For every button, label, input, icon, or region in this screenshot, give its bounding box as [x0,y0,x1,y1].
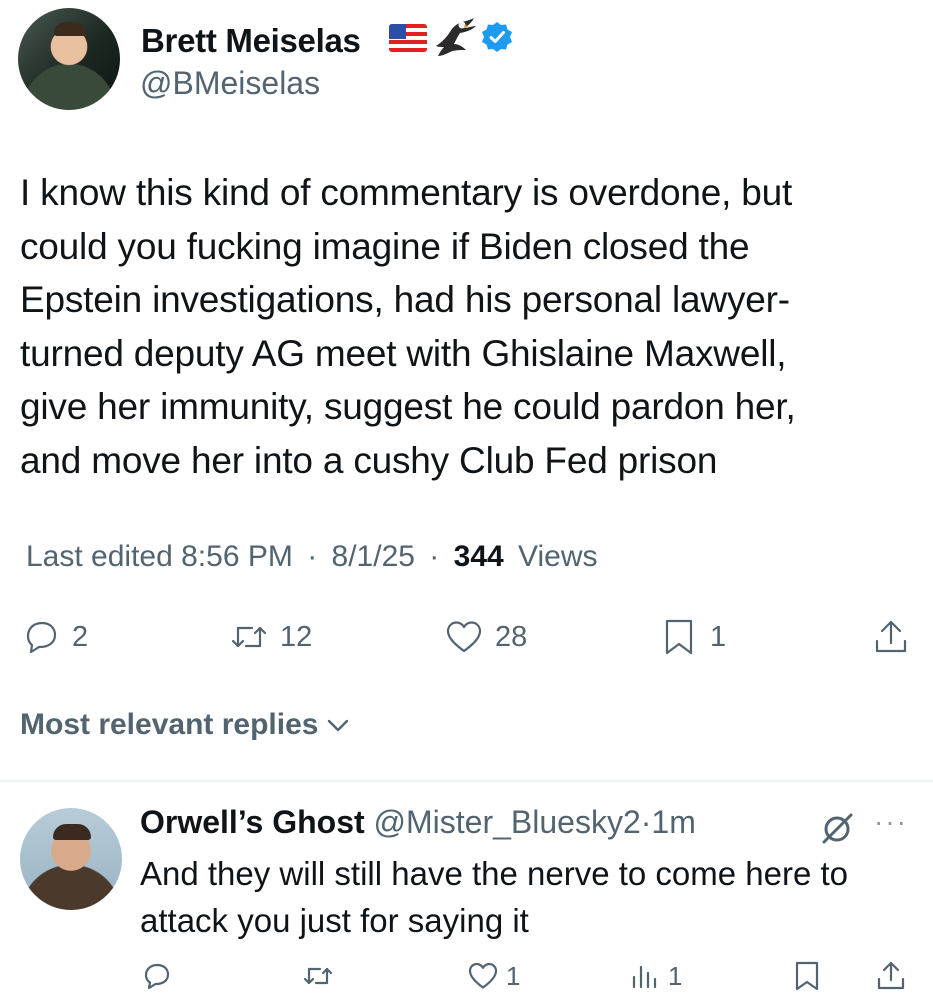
reply-like-count: 1 [506,960,521,991]
tweet-text-line: and move her into a cushy Club Fed priso… [20,439,718,481]
author-handle[interactable]: @BMeiselas [140,65,320,102]
reply-views-button[interactable]: 1 [628,956,682,996]
chevron-down-icon [328,719,349,732]
author-avatar[interactable] [18,8,120,110]
divider [0,780,933,782]
tweet-text-line: Epstein investigations, had his personal… [20,279,790,320]
meta-separator: · [307,540,318,573]
views-label: Views [518,540,598,573]
heart-icon [468,962,498,989]
reply-repost-button[interactable] [301,956,335,996]
reply-reply-button[interactable] [140,956,174,996]
meta-separator: · [429,540,440,573]
reply-text-line: attack you just for saying it [140,902,529,939]
share-icon [877,961,905,990]
reply-author-name[interactable]: Orwell’s Ghost [140,804,365,840]
bookmark-icon [665,619,693,655]
reply-avatar[interactable] [20,808,122,910]
repost-count: 12 [280,620,313,653]
like-count: 28 [495,620,528,653]
tweet-meta: Last edited 8:56 PM · 8/1/25 · 344 Views [26,540,604,574]
reply-count: 2 [72,620,89,653]
heart-icon [446,621,482,653]
views-chart-icon [632,965,657,989]
views-count: 344 [453,540,504,573]
reply-author-handle[interactable]: @Mister_Bluesky2 [374,804,641,840]
reply-views-count: 1 [668,960,683,991]
reply-action-bar: 1 1 [0,956,933,996]
verified-badge-icon [482,22,512,52]
eagle-icon [436,18,476,56]
author-name[interactable]: Brett Meiselas [141,22,361,60]
tweet-action-bar: 2 12 28 1 [0,610,933,664]
reply-like-button[interactable]: 1 [466,956,520,996]
bookmark-button[interactable]: 1 [658,610,726,664]
bookmark-count: 1 [710,620,727,653]
tweet-text: I know this kind of commentary is overdo… [20,166,900,487]
more-options-icon[interactable]: ··· [874,806,908,838]
repost-icon [231,626,267,648]
tweet-text-line: I know this kind of commentary is overdo… [20,172,793,213]
share-icon [875,620,907,653]
reply-separator: · [640,804,652,840]
like-button[interactable]: 28 [443,610,527,664]
tweet-text-line: could you fucking imagine if Biden close… [20,225,750,267]
replies-sort-dropdown[interactable]: Most relevant replies [20,708,352,742]
reply-text: And they will still have the nerve to co… [140,850,920,944]
grok-icon[interactable] [818,808,858,848]
reply-time[interactable]: 1m [651,804,695,840]
share-button[interactable] [870,610,912,664]
reply-text-line: And they will still have the nerve to co… [140,855,849,892]
us-flag-icon [389,24,427,52]
tweet-text-line: give her immunity, suggest he could pard… [20,386,796,427]
tweet-author: Brett Meiselas @BMeiselas [18,8,908,112]
reply-item[interactable]: Orwell’s Ghost @Mister_Bluesky2·1m ··· A… [0,790,933,1000]
repost-button[interactable]: 12 [228,610,312,664]
bookmark-icon [795,961,819,991]
reply-icon [144,963,170,990]
tweet-date[interactable]: 8/1/25 [332,540,415,573]
reply-bookmark-button[interactable] [790,956,824,996]
reply-button[interactable]: 2 [20,610,88,664]
reply-share-button[interactable] [874,956,908,996]
reply-header: Orwell’s Ghost @Mister_Bluesky2·1m [140,804,696,841]
edited-timestamp[interactable]: Last edited 8:56 PM [26,540,293,573]
repost-icon [303,967,333,985]
replies-sort-label: Most relevant replies [20,708,319,741]
reply-icon [26,621,57,654]
tweet-text-line: turned deputy AG meet with Ghislaine Max… [20,332,787,374]
